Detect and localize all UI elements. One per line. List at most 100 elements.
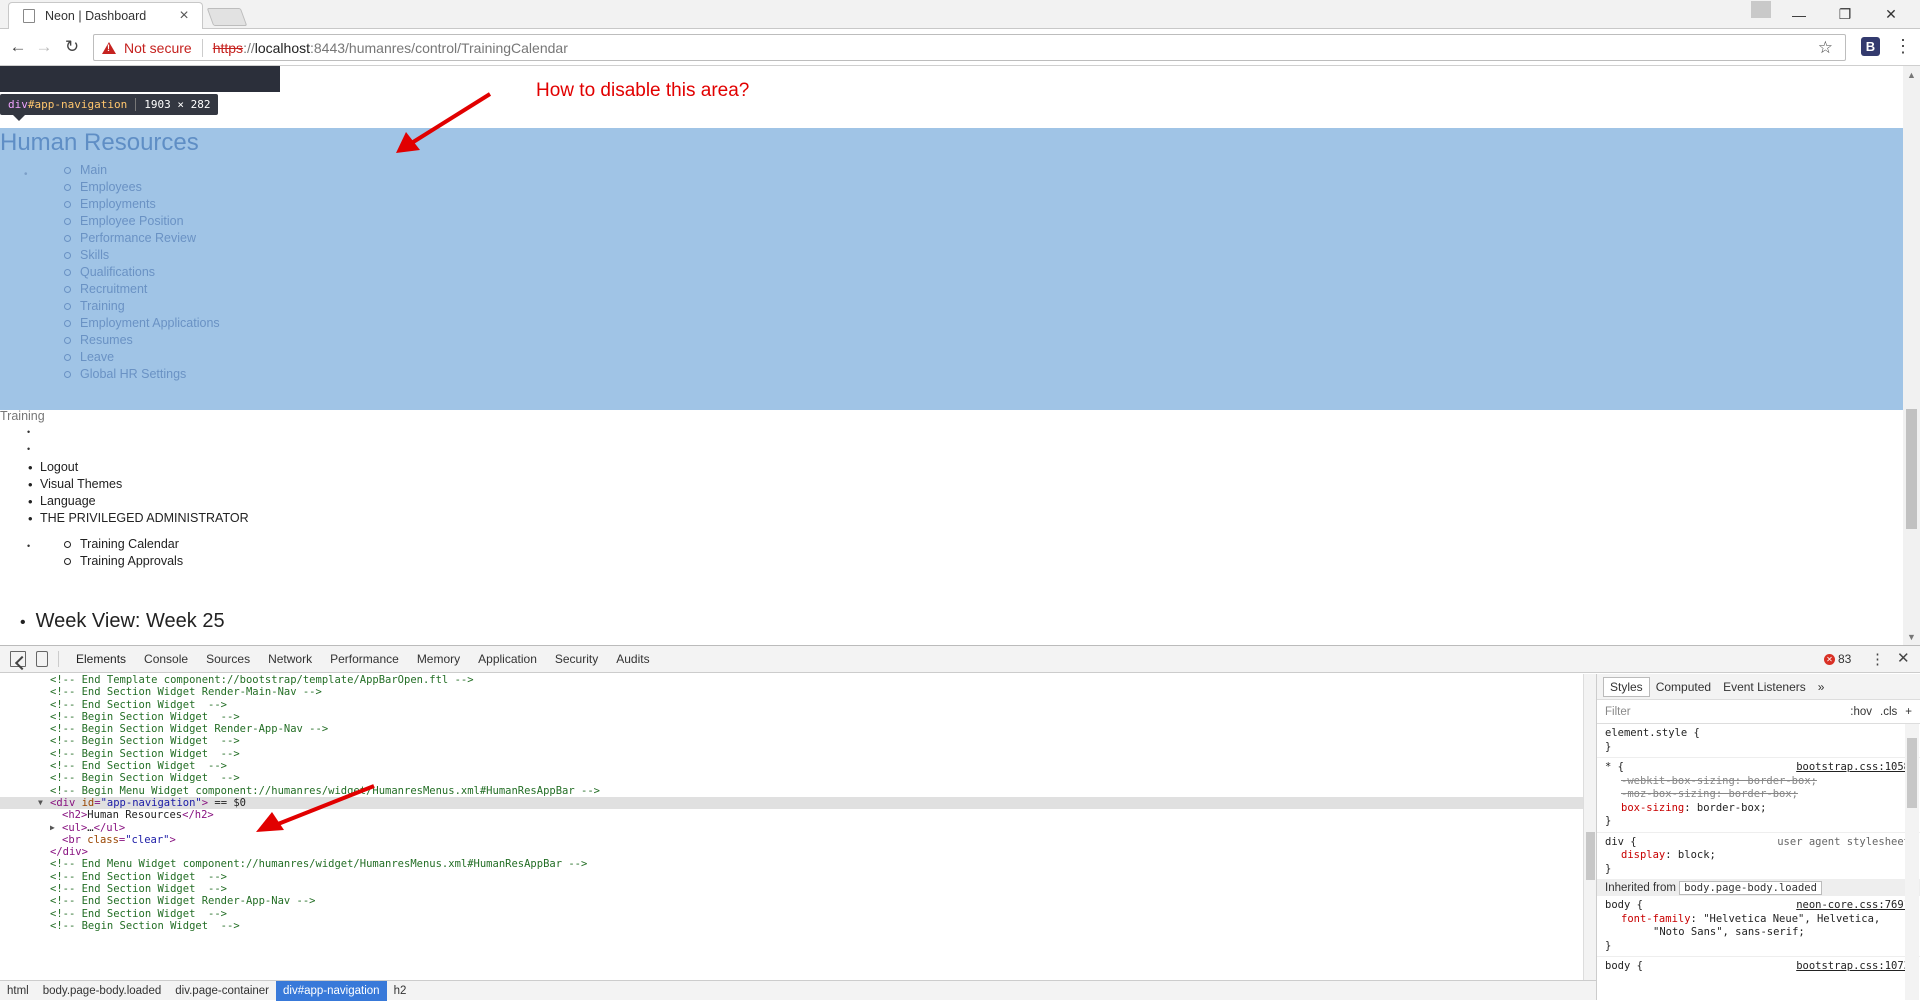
overridden-prop[interactable]: -webkit-box-sizing: border-box; [1605, 775, 1912, 789]
styles-scrollbar-thumb[interactable] [1907, 738, 1917, 808]
nav-item-training[interactable]: Training [64, 298, 220, 315]
code-line[interactable]: <!-- Begin Section Widget --> [0, 735, 1583, 747]
extension-b-icon[interactable]: B [1861, 37, 1880, 56]
node-br[interactable]: <br class="clear"> [0, 834, 1583, 846]
devtools-close-icon[interactable]: ✕ [1897, 649, 1910, 667]
code-line[interactable]: <!-- End Section Widget --> [0, 871, 1583, 883]
not-secure-label[interactable]: Not secure [124, 40, 192, 56]
styles-scrollbar[interactable] [1905, 724, 1919, 1000]
nav-item-skills[interactable]: Skills [64, 247, 220, 264]
scroll-up-icon[interactable]: ▲ [1907, 70, 1916, 80]
new-tab-button[interactable] [206, 8, 248, 26]
rule-universal[interactable]: * { bootstrap.css:1058 -webkit-box-sizin… [1597, 758, 1920, 833]
tab-performance[interactable]: Performance [321, 646, 408, 673]
crumb-body[interactable]: body.page-body.loaded [36, 981, 169, 1001]
code-line[interactable]: <!-- Begin Section Widget --> [0, 920, 1583, 932]
tab-security[interactable]: Security [546, 646, 607, 673]
visual-themes-link[interactable]: Visual Themes [28, 476, 249, 493]
tab-elements[interactable]: Elements [67, 646, 135, 673]
tab-sources[interactable]: Sources [197, 646, 259, 673]
devtools-menu-icon[interactable]: ⋮ [1870, 650, 1885, 668]
logout-link[interactable]: Logout [28, 459, 249, 476]
nav-item-employments[interactable]: Employments [64, 196, 220, 213]
nav-item-resumes[interactable]: Resumes [64, 332, 220, 349]
tab-event-listeners[interactable]: Event Listeners [1717, 680, 1812, 694]
page-scrollbar[interactable]: ▲ ▼ [1903, 66, 1920, 645]
active-prop[interactable]: font-family: "Helvetica Neue", Helvetica… [1605, 913, 1912, 927]
code-line[interactable]: <!-- Begin Section Widget Render-App-Nav… [0, 723, 1583, 735]
tab-computed[interactable]: Computed [1650, 680, 1717, 694]
code-line[interactable]: <!-- Begin Section Widget --> [0, 748, 1583, 760]
expand-triangle-icon[interactable]: ▶ [50, 822, 55, 834]
back-button[interactable]: ← [6, 35, 30, 59]
add-rule-icon[interactable]: + [1905, 706, 1912, 718]
code-line[interactable]: <!-- End Section Widget Render-Main-Nav … [0, 686, 1583, 698]
hover-state-toggle[interactable]: :hov [1850, 706, 1872, 718]
nav-item-performance-review[interactable]: Performance Review [64, 230, 220, 247]
tab-network[interactable]: Network [259, 646, 321, 673]
more-tabs-icon[interactable]: » [1812, 680, 1831, 694]
tab-application[interactable]: Application [469, 646, 546, 673]
rule-element-style[interactable]: element.style { } [1597, 724, 1920, 758]
code-line[interactable]: <!-- End Template component://bootstrap/… [0, 674, 1583, 686]
active-prop[interactable]: display: block; [1605, 849, 1912, 863]
code-line[interactable]: <!-- End Section Widget --> [0, 760, 1583, 772]
code-line[interactable]: <!-- Begin Section Widget --> [0, 772, 1583, 784]
nav-item-recruitment[interactable]: Recruitment [64, 281, 220, 298]
code-line[interactable]: <!-- End Section Widget --> [0, 908, 1583, 920]
inspect-element-icon[interactable] [10, 651, 26, 667]
selected-node-app-navigation[interactable]: ▼ <div id="app-navigation"> == $0 [0, 796, 1583, 810]
user-name-link[interactable]: THE PRIVILEGED ADMINISTRATOR [28, 510, 249, 527]
elements-scrollbar-thumb[interactable] [1586, 832, 1595, 880]
code-line[interactable]: <!-- Begin Menu Widget component://human… [0, 785, 1583, 797]
rule-source-link[interactable]: neon-core.css:7691 [1796, 899, 1910, 913]
rule-body[interactable]: body { neon-core.css:7691 font-family: "… [1597, 896, 1920, 957]
inherited-chip[interactable]: body.page-body.loaded [1679, 881, 1822, 895]
nav-item-main[interactable]: Main [64, 162, 220, 179]
rule-div[interactable]: div { user agent stylesheet display: blo… [1597, 833, 1920, 880]
nav-item-global-hr-settings[interactable]: Global HR Settings [64, 366, 220, 383]
nav-item-leave[interactable]: Leave [64, 349, 220, 366]
language-link[interactable]: Language [28, 493, 249, 510]
training-calendar-link[interactable]: Training Calendar [64, 536, 183, 553]
minimize-button[interactable]: — [1776, 0, 1822, 29]
active-prop[interactable]: box-sizing: border-box; [1605, 802, 1912, 816]
tab-neon-dashboard[interactable]: Neon | Dashboard × [8, 2, 203, 29]
tab-console[interactable]: Console [135, 646, 197, 673]
rule-source-link[interactable]: bootstrap.css:1058 [1796, 761, 1910, 775]
crumb-html[interactable]: html [0, 981, 36, 1001]
code-line[interactable]: <!-- End Section Widget --> [0, 699, 1583, 711]
tab-styles[interactable]: Styles [1603, 676, 1650, 697]
node-div-close[interactable]: </div> [0, 846, 1583, 858]
styles-filter-input[interactable]: Filter [1605, 706, 1842, 718]
code-line[interactable]: <!-- End Section Widget Render-App-Nav -… [0, 895, 1583, 907]
node-ul[interactable]: ▶ <ul>…</ul> [0, 822, 1583, 834]
rule-body-2[interactable]: body { bootstrap.css:1073 [1597, 957, 1920, 977]
error-counter[interactable]: ✕ 83 [1824, 652, 1851, 666]
training-approvals-link[interactable]: Training Approvals [64, 553, 183, 570]
rule-source-link[interactable]: bootstrap.css:1073 [1796, 960, 1910, 974]
page-scrollbar-thumb[interactable] [1906, 409, 1917, 529]
elements-scrollbar[interactable] [1583, 674, 1596, 980]
overridden-prop[interactable]: -moz-box-sizing: border-box; [1605, 788, 1912, 802]
node-h2[interactable]: <h2>Human Resources</h2> [0, 809, 1583, 821]
nav-item-employees[interactable]: Employees [64, 179, 220, 196]
reload-button[interactable]: ↻ [60, 35, 84, 59]
browser-menu-icon[interactable]: ⋮ [1893, 37, 1913, 57]
forward-button[interactable]: → [32, 35, 56, 59]
scroll-down-icon[interactable]: ▼ [1907, 632, 1916, 642]
crumb-page-container[interactable]: div.page-container [168, 981, 276, 1001]
profile-icon[interactable] [1751, 1, 1771, 18]
device-toolbar-icon[interactable] [36, 651, 48, 667]
tab-close-icon[interactable]: × [176, 7, 192, 25]
crumb-app-navigation[interactable]: div#app-navigation [276, 980, 387, 1001]
tab-audits[interactable]: Audits [607, 646, 658, 673]
nav-item-employment-applications[interactable]: Employment Applications [64, 315, 220, 332]
code-line[interactable]: <!-- End Section Widget --> [0, 883, 1583, 895]
address-bar[interactable]: Not secure https://localhost:8443/humanr… [93, 34, 1846, 61]
maximize-button[interactable]: ❐ [1822, 0, 1868, 29]
collapse-triangle-icon[interactable]: ▼ [38, 797, 43, 809]
nav-item-qualifications[interactable]: Qualifications [64, 264, 220, 281]
crumb-h2[interactable]: h2 [387, 981, 414, 1001]
class-toggle[interactable]: .cls [1880, 706, 1897, 718]
